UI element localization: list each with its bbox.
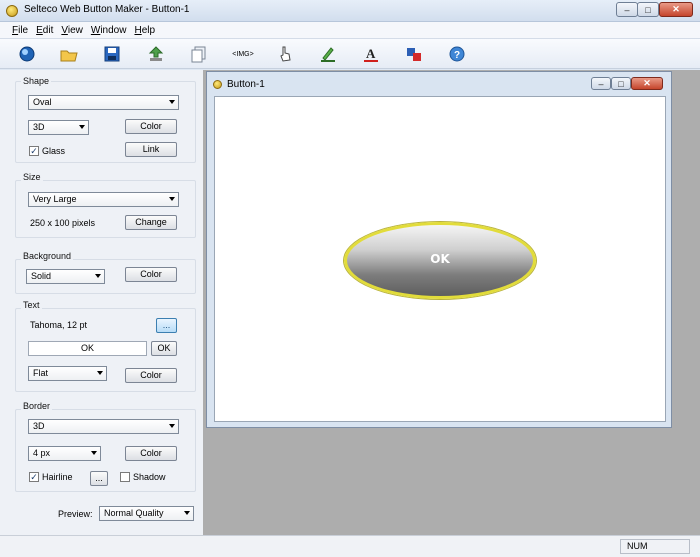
size-select[interactable]: Very Large (28, 192, 179, 207)
document-icon (213, 80, 222, 89)
menu-help[interactable]: Help (134, 25, 155, 36)
title-bar: Selteco Web Button Maker - Button-1 – □ … (0, 0, 700, 22)
document-window: Button-1 – □ ✕ OK (206, 71, 672, 428)
hairline-checkbox[interactable]: ✓ (29, 472, 39, 482)
shape-color-button[interactable]: Color (125, 119, 177, 134)
text-color-icon[interactable]: A (362, 45, 380, 63)
shape-select[interactable]: Oval (28, 95, 179, 110)
font-picker-button[interactable]: ... (156, 318, 177, 333)
status-bar: NUM (0, 535, 700, 557)
change-size-button[interactable]: Change (125, 215, 177, 230)
border-more-button[interactable]: ... (90, 471, 108, 486)
shadow-label: Shadow (133, 472, 166, 482)
new-button-icon[interactable] (18, 45, 36, 63)
button-text-input[interactable]: OK (28, 341, 147, 356)
copy-icon[interactable] (190, 45, 208, 63)
menu-edit[interactable]: Edit (36, 25, 53, 36)
shape-style-select[interactable]: 3D (28, 120, 89, 135)
border-label: Border (21, 401, 53, 411)
border-width-select[interactable]: 4 px (28, 446, 101, 461)
preview-label: Preview: (58, 509, 93, 519)
border-style-select[interactable]: 3D (28, 419, 179, 434)
doc-minimize-button[interactable]: – (591, 77, 611, 90)
menu-window[interactable]: Window (91, 25, 127, 36)
open-folder-icon[interactable] (60, 45, 78, 63)
mdi-workspace: Button-1 – □ ✕ OK (203, 70, 700, 535)
background-label: Background (21, 251, 74, 261)
shape-color-icon[interactable] (405, 45, 423, 63)
save-icon[interactable] (103, 45, 121, 63)
font-label: Tahoma, 12 pt (30, 320, 88, 330)
background-select[interactable]: Solid (26, 269, 105, 284)
pen-icon[interactable] (319, 45, 337, 63)
apply-text-button[interactable]: OK (151, 341, 177, 356)
text-style-select[interactable]: Flat (28, 366, 107, 381)
link-button[interactable]: Link (125, 142, 177, 157)
doc-close-button[interactable]: ✕ (631, 77, 663, 90)
menu-file[interactable]: File (12, 25, 28, 36)
glass-label: Glass (42, 146, 66, 156)
num-lock-indicator: NUM (620, 539, 690, 554)
doc-maximize-button[interactable]: □ (611, 77, 631, 90)
svg-text:?: ? (454, 50, 460, 61)
menu-bar: File Edit View Window Help (0, 22, 700, 39)
background-color-button[interactable]: Color (125, 267, 177, 282)
size-dimensions: 250 x 100 pixels (30, 218, 96, 228)
button-preview-canvas: OK (214, 96, 666, 422)
text-color-button[interactable]: Color (125, 368, 177, 383)
minimize-button[interactable]: – (616, 2, 638, 17)
close-button[interactable]: ✕ (659, 2, 693, 17)
export-icon[interactable] (147, 45, 165, 63)
app-icon (6, 5, 18, 17)
preview-button-label: OK (430, 251, 450, 266)
hand-cursor-icon[interactable] (276, 45, 294, 63)
svg-text:A: A (366, 46, 376, 61)
preview-button[interactable]: OK (344, 222, 536, 299)
text-label: Text (21, 300, 42, 310)
shadow-checkbox[interactable] (120, 472, 130, 482)
border-color-button[interactable]: Color (125, 446, 177, 461)
size-label: Size (21, 172, 43, 182)
help-icon[interactable]: ? (448, 45, 466, 63)
hairline-label: Hairline (42, 472, 73, 482)
maximize-button[interactable]: □ (637, 2, 659, 17)
glass-checkbox[interactable]: ✓ (29, 146, 39, 156)
window-title: Selteco Web Button Maker - Button-1 (24, 4, 190, 15)
toolbar: <IMG> A ? (0, 39, 700, 69)
img-tag-icon[interactable]: <IMG> (230, 45, 256, 63)
document-title: Button-1 (227, 79, 265, 90)
shape-label: Shape (21, 76, 52, 86)
properties-panel: Shape Oval 3D Color ✓ Glass Link Size Ve… (0, 70, 203, 535)
preview-quality-select[interactable]: Normal Quality (99, 506, 194, 521)
menu-view[interactable]: View (61, 25, 83, 36)
